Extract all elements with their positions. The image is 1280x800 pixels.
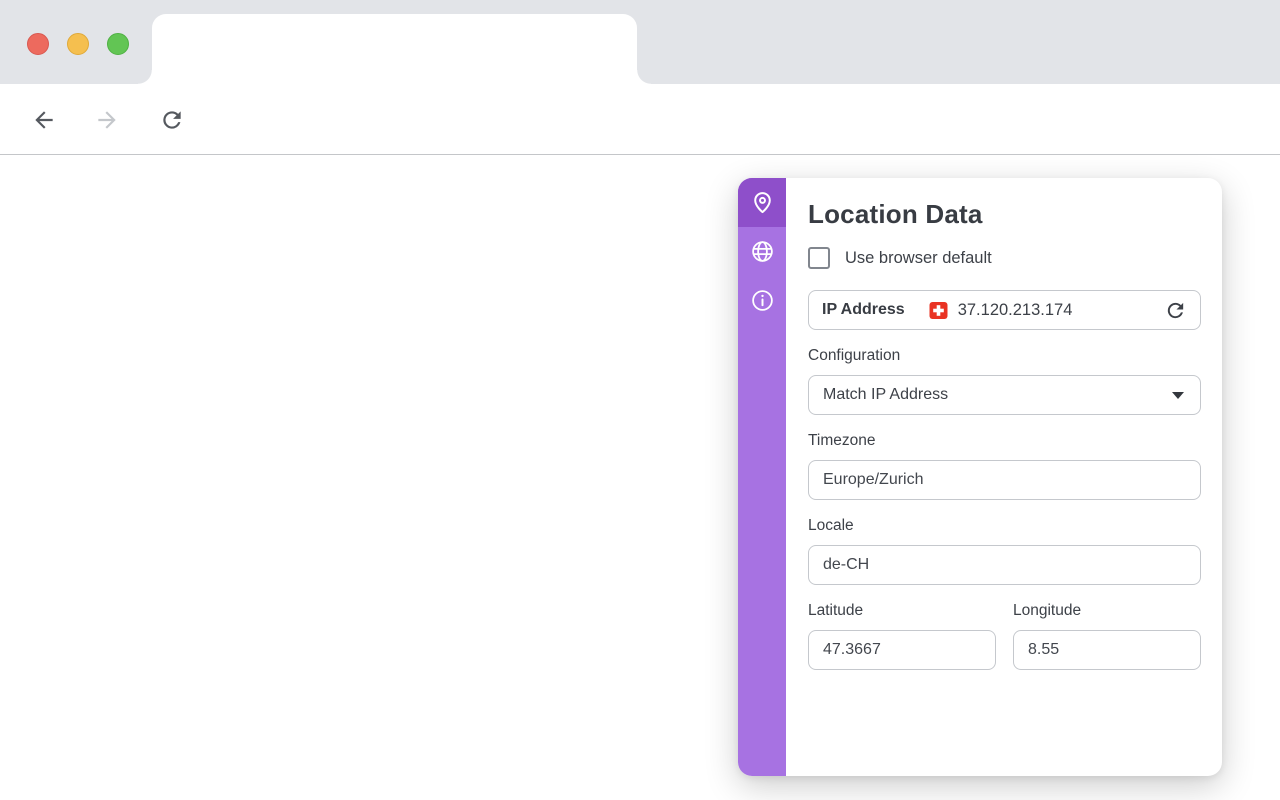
- globe-icon: [750, 239, 775, 264]
- ip-address-box: IP Address 37.120.213.174: [808, 290, 1201, 330]
- popup-title: Location Data: [808, 199, 1201, 230]
- forward-arrow-icon: [94, 107, 120, 133]
- swiss-flag-icon: [929, 301, 948, 320]
- timezone-label: Timezone: [808, 432, 1201, 450]
- locale-input[interactable]: [808, 545, 1201, 585]
- window-close-button[interactable]: [27, 33, 49, 55]
- reload-button[interactable]: [146, 84, 198, 155]
- refresh-icon: [1164, 299, 1187, 322]
- forward-button[interactable]: [81, 84, 133, 155]
- timezone-input[interactable]: [808, 460, 1201, 500]
- window-maximize-button[interactable]: [107, 33, 129, 55]
- chevron-down-icon: [1172, 392, 1184, 399]
- lat-long-row: Latitude Longitude: [808, 585, 1201, 670]
- back-arrow-icon: [31, 107, 57, 133]
- info-icon: [750, 288, 775, 313]
- sidebar-item-info[interactable]: [738, 276, 786, 325]
- popup-main: Location Data Use browser default IP Add…: [786, 178, 1222, 776]
- configuration-label: Configuration: [808, 347, 1201, 365]
- use-browser-default-row[interactable]: Use browser default: [808, 247, 1201, 269]
- locale-label: Locale: [808, 517, 1201, 535]
- use-browser-default-label: Use browser default: [845, 249, 992, 268]
- ip-address-value: 37.120.213.174: [958, 301, 1073, 320]
- longitude-input[interactable]: [1013, 630, 1201, 670]
- latitude-label: Latitude: [808, 602, 996, 620]
- browser-toolbar: [0, 84, 1280, 155]
- ip-address-label: IP Address: [822, 301, 905, 319]
- sidebar-item-location[interactable]: [738, 178, 786, 227]
- configuration-selected-value: Match IP Address: [823, 386, 948, 404]
- window-minimize-button[interactable]: [67, 33, 89, 55]
- latitude-input[interactable]: [808, 630, 996, 670]
- browser-tab[interactable]: [152, 14, 637, 84]
- sidebar-item-network[interactable]: [738, 227, 786, 276]
- longitude-label: Longitude: [1013, 602, 1201, 620]
- reload-icon: [159, 107, 185, 133]
- configuration-select[interactable]: Match IP Address: [808, 375, 1201, 415]
- refresh-ip-button[interactable]: [1164, 299, 1187, 322]
- popup-sidebar: [738, 178, 786, 776]
- tab-bar: [0, 0, 1280, 84]
- back-button[interactable]: [18, 84, 70, 155]
- use-browser-default-checkbox[interactable]: [808, 247, 830, 269]
- location-pin-icon: [750, 190, 775, 215]
- location-guard-popup: Location Data Use browser default IP Add…: [738, 178, 1222, 776]
